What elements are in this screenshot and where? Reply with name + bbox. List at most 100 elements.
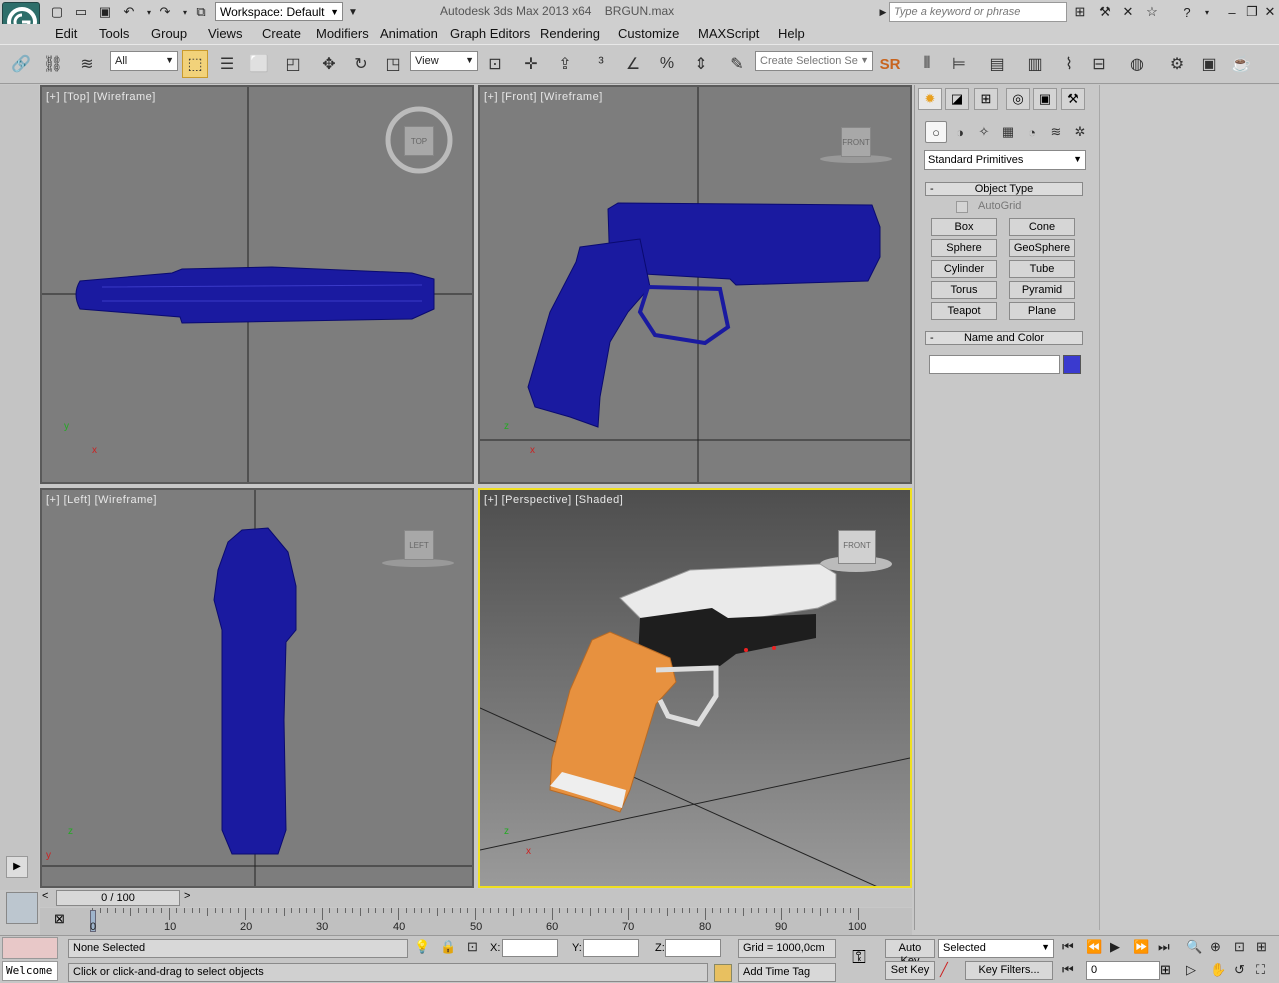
display-tab-icon[interactable]: ▣ [1033,88,1057,110]
menu-tools[interactable]: Tools [99,26,129,41]
hierarchy-tab-icon[interactable]: ⊞ [974,88,998,110]
menu-graph-editors[interactable]: Graph Editors [450,26,530,41]
previous-frame-icon[interactable]: ⏪ [1086,939,1102,955]
menu-modifiers[interactable]: Modifiers [316,26,369,41]
workspace-dropdown[interactable]: Workspace: Default ▼ [215,2,343,21]
align-icon[interactable]: ⊨ [946,50,972,78]
time-slider[interactable]: 0 / 100 [56,890,180,906]
edit-named-selection-icon[interactable]: ✎ [724,50,750,78]
zoom-icon[interactable]: 🔍 [1186,939,1202,955]
z-coordinate-input[interactable] [665,939,721,957]
rotate-icon[interactable]: ↻ [348,50,374,78]
subscription-icon[interactable]: ⚒ [1095,3,1115,21]
modify-tab-icon[interactable]: ◪ [945,88,969,110]
menu-group[interactable]: Group [151,26,187,41]
named-selection-set-dropdown[interactable]: Create Selection Se ▼ [755,51,873,71]
percent-snap-icon[interactable]: % [654,50,680,78]
scale-icon[interactable]: ◳ [380,50,406,78]
menu-maxscript[interactable]: MAXScript [698,26,759,41]
set-key-icon[interactable]: ⚿ [842,947,876,973]
select-manipulate-icon[interactable]: ✛ [518,50,544,78]
autogrid-checkbox[interactable] [956,201,968,213]
lights-category-icon[interactable]: ✧ [973,121,995,143]
set-key-button[interactable]: Set Key [885,961,935,980]
shapes-category-icon[interactable]: ◑ [949,121,971,143]
menu-create[interactable]: Create [262,26,301,41]
zoom-extents-all-icon[interactable]: ⊞ [1256,939,1267,955]
play-animation-icon[interactable]: ▶ [1110,939,1120,955]
key-mode-dropdown[interactable]: Selected ▼ [938,939,1054,958]
maxscript-listener-mini[interactable] [2,937,58,959]
viewport-left[interactable]: [+] [Left] [Wireframe] LEFT z y [40,488,474,888]
open-file-icon[interactable]: ▭ [72,3,90,21]
pan-view-icon[interactable]: ✋ [1210,962,1226,978]
time-prev-button[interactable]: < [42,890,48,902]
keyboard-shortcut-override-icon[interactable]: ⇪ [552,50,578,78]
link-icon[interactable]: 🔗 [8,50,34,78]
selection-filter-dropdown[interactable]: All ▼ [110,51,178,71]
current-frame-input[interactable]: 0 [1086,961,1160,980]
x-coordinate-input[interactable] [502,939,558,957]
cylinder-button[interactable]: Cylinder [931,260,997,278]
close-window-icon[interactable]: ✕ [1260,3,1279,21]
time-next-button[interactable]: > [184,890,190,902]
auto-key-button[interactable]: Auto Key [885,939,935,967]
help-dropdown-icon[interactable]: ▾ [1197,3,1217,21]
sr-label[interactable]: SR [877,50,903,78]
schematic-view-icon[interactable]: ⊟ [1086,50,1112,78]
viewport-layout-icon[interactable] [6,892,38,924]
open-mini-curve-editor-icon[interactable]: ⊠ [54,911,65,927]
search-input[interactable]: Type a keyword or phrase [889,2,1067,22]
render-setup-icon[interactable]: ⚙ [1164,50,1190,78]
bind-space-warp-icon[interactable]: ≋ [74,50,100,78]
helpers-category-icon[interactable]: ◔ [1021,121,1043,143]
graphite-ribbon-icon[interactable]: ▥ [1022,50,1048,78]
play-maxscript-icon[interactable]: ▶ [6,856,28,878]
pivot-center-icon[interactable]: ⊡ [482,50,508,78]
go-to-start-icon[interactable]: ⏮ [1062,939,1074,955]
zoom-extents-icon[interactable]: ⊡ [1234,939,1245,955]
sphere-button[interactable]: Sphere [931,239,997,257]
zoom-all-icon[interactable]: ⊕ [1210,939,1221,955]
key-filters-button[interactable]: Key Filters... [965,961,1053,980]
snaps-toggle-icon[interactable]: ³ [588,50,614,78]
add-time-tag-button[interactable]: Add Time Tag [738,963,836,982]
utilities-tab-icon[interactable]: ⚒ [1061,88,1085,110]
geometry-category-icon[interactable]: ○ [925,121,947,143]
pyramid-button[interactable]: Pyramid [1009,281,1075,299]
create-tab-icon[interactable]: ✹ [918,88,942,110]
key-mode-toggle-icon[interactable]: ⏮ [1062,962,1074,978]
spinner-snap-icon[interactable]: ⇕ [688,50,714,78]
new-file-icon[interactable]: ▢ [48,3,66,21]
menu-views[interactable]: Views [208,26,242,41]
window-crossing-icon[interactable]: ◰ [280,50,306,78]
mirror-icon[interactable]: ⫴ [914,50,940,78]
object-type-rollout-header[interactable]: - Object Type [925,182,1083,196]
menu-animation[interactable]: Animation [380,26,438,41]
y-coordinate-input[interactable] [583,939,639,957]
maximize-viewport-icon[interactable]: ⛶ [1256,962,1265,978]
viewport-top[interactable]: [+] [Top] [Wireframe] TOP y x [40,85,474,484]
teapot-button[interactable]: Teapot [931,302,997,320]
viewport-front[interactable]: [+] [Front] [Wireframe] FRONT z x [478,85,912,484]
viewcube-front[interactable]: FRONT [841,127,871,157]
material-editor-icon[interactable]: ◍ [1124,50,1150,78]
primitive-type-dropdown[interactable]: Standard Primitives ▼ [924,150,1086,170]
torus-button[interactable]: Torus [931,281,997,299]
rectangular-selection-icon[interactable]: ⬜ [246,50,272,78]
project-folder-icon[interactable]: ⧉ [192,3,210,21]
curve-editor-icon[interactable]: ⌇ [1056,50,1082,78]
quick-access-menu-icon[interactable]: ▼ [344,3,362,21]
name-color-rollout-header[interactable]: - Name and Color [925,331,1083,345]
box-button[interactable]: Box [931,218,997,236]
object-color-swatch[interactable] [1063,355,1081,374]
move-icon[interactable]: ✥ [316,50,342,78]
next-frame-icon[interactable]: ⏩ [1133,939,1149,955]
undo-icon[interactable]: ↶ [120,3,138,21]
help-icon[interactable]: ? [1177,3,1197,21]
space-warps-category-icon[interactable]: ≋ [1045,121,1067,143]
systems-category-icon[interactable]: ✲ [1069,121,1091,143]
viewcube-left[interactable]: LEFT [404,530,434,560]
viewcube-perspective[interactable]: FRONT [838,530,876,564]
selection-lock-icon[interactable]: 🔒 [440,939,456,955]
